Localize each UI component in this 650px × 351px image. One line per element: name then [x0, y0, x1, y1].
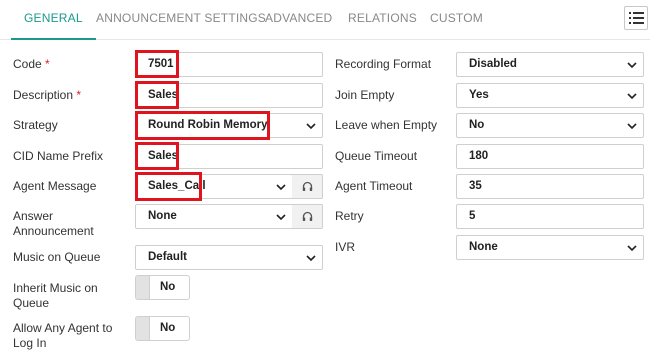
- music-on-queue-label: Music on Queue: [13, 250, 101, 264]
- join-empty-select[interactable]: Yes: [456, 83, 644, 108]
- cid-name-prefix-value: Sales: [148, 150, 179, 162]
- tab-relations[interactable]: RELATIONS: [348, 0, 417, 40]
- chevron-down-icon: [306, 123, 316, 130]
- agent-message-label: Agent Message: [13, 179, 97, 193]
- label-line: Queue: [13, 296, 50, 310]
- queue-timeout-label: Queue Timeout: [335, 149, 418, 163]
- strategy-label: Strategy: [13, 118, 58, 132]
- inherit-music-label: Inherit Music on Queue: [13, 281, 98, 311]
- music-on-queue-select[interactable]: Default: [135, 245, 323, 270]
- retry-label: Retry: [335, 209, 364, 223]
- description-label: Description *: [13, 88, 81, 103]
- agent-timeout-label: Agent Timeout: [335, 179, 413, 193]
- ivr-value: None: [469, 241, 498, 253]
- chevron-down-icon: [276, 214, 286, 221]
- recording-format-select[interactable]: Disabled: [456, 52, 644, 77]
- answer-announcement-label: Answer Announcement: [13, 209, 94, 239]
- inherit-music-toggle[interactable]: No: [135, 275, 190, 300]
- toggle-knob: [136, 276, 150, 299]
- label-line: Announcement: [13, 224, 94, 238]
- leave-when-empty-value: No: [469, 119, 485, 131]
- code-label-text: Code: [13, 57, 42, 71]
- ivr-select[interactable]: None: [456, 235, 644, 260]
- tab-general[interactable]: GENERAL: [11, 0, 96, 40]
- agent-message-play-button[interactable]: [292, 174, 323, 199]
- retry-value: 5: [469, 210, 476, 222]
- leave-when-empty-label: Leave when Empty: [335, 118, 438, 132]
- label-line: Log In: [13, 336, 47, 350]
- label-line: Inherit Music on: [13, 281, 98, 295]
- toggle-knob: [136, 317, 150, 340]
- required-marker: *: [45, 57, 50, 71]
- queue-timeout-input[interactable]: 180: [456, 144, 644, 169]
- chevron-down-icon: [306, 255, 316, 262]
- headphones-icon: [302, 181, 313, 191]
- label-line: Allow Any Agent to: [13, 321, 113, 335]
- list-menu-icon: [629, 12, 644, 24]
- label-line: Answer: [13, 209, 54, 223]
- chevron-down-icon: [276, 184, 286, 191]
- headphones-icon: [302, 211, 313, 221]
- agent-timeout-input[interactable]: 35: [456, 174, 644, 199]
- tab-bar: GENERAL ANNOUNCEMENT SETTINGS ADVANCED R…: [0, 0, 650, 40]
- code-input[interactable]: 7501: [135, 52, 323, 77]
- allow-any-agent-label: Allow Any Agent to Log In: [13, 321, 112, 351]
- answer-announcement-play-button[interactable]: [292, 204, 323, 229]
- ivr-label: IVR: [335, 240, 356, 254]
- strategy-value: Round Robin Memory: [148, 119, 268, 131]
- tab-announcement-settings[interactable]: ANNOUNCEMENT SETTINGS: [96, 0, 266, 40]
- allow-any-agent-value: No: [160, 322, 176, 334]
- answer-announcement-value: None: [148, 210, 177, 222]
- join-empty-label: Join Empty: [335, 88, 395, 102]
- code-label: Code *: [13, 57, 50, 72]
- queue-timeout-value: 180: [469, 150, 489, 162]
- chevron-down-icon: [627, 93, 637, 100]
- inherit-music-value: No: [160, 281, 176, 293]
- description-label-text: Description: [13, 88, 74, 102]
- cid-name-prefix-label: CID Name Prefix: [13, 149, 104, 163]
- retry-input[interactable]: 5: [456, 204, 644, 229]
- chevron-down-icon: [627, 245, 637, 252]
- list-menu-button[interactable]: [624, 6, 648, 30]
- required-marker: *: [76, 88, 82, 102]
- agent-message-value: Sales_Call: [148, 180, 206, 192]
- chevron-down-icon: [627, 123, 637, 130]
- agent-timeout-value: 35: [469, 180, 482, 192]
- leave-when-empty-select[interactable]: No: [456, 113, 644, 138]
- code-value: 7501: [148, 58, 174, 70]
- cid-name-prefix-input[interactable]: Sales: [135, 144, 323, 169]
- allow-any-agent-toggle[interactable]: No: [135, 316, 190, 341]
- chevron-down-icon: [627, 62, 637, 69]
- answer-announcement-select[interactable]: None: [135, 204, 293, 229]
- strategy-select[interactable]: Round Robin Memory: [135, 113, 323, 138]
- recording-format-value: Disabled: [469, 58, 517, 70]
- music-on-queue-value: Default: [148, 251, 187, 263]
- join-empty-value: Yes: [469, 89, 489, 101]
- agent-message-select[interactable]: Sales_Call: [135, 174, 293, 199]
- recording-format-label: Recording Format: [335, 57, 432, 71]
- tab-custom[interactable]: CUSTOM: [430, 0, 483, 40]
- description-value: Sales: [148, 89, 179, 101]
- tab-advanced[interactable]: ADVANCED: [265, 0, 332, 40]
- description-input[interactable]: Sales: [135, 83, 323, 108]
